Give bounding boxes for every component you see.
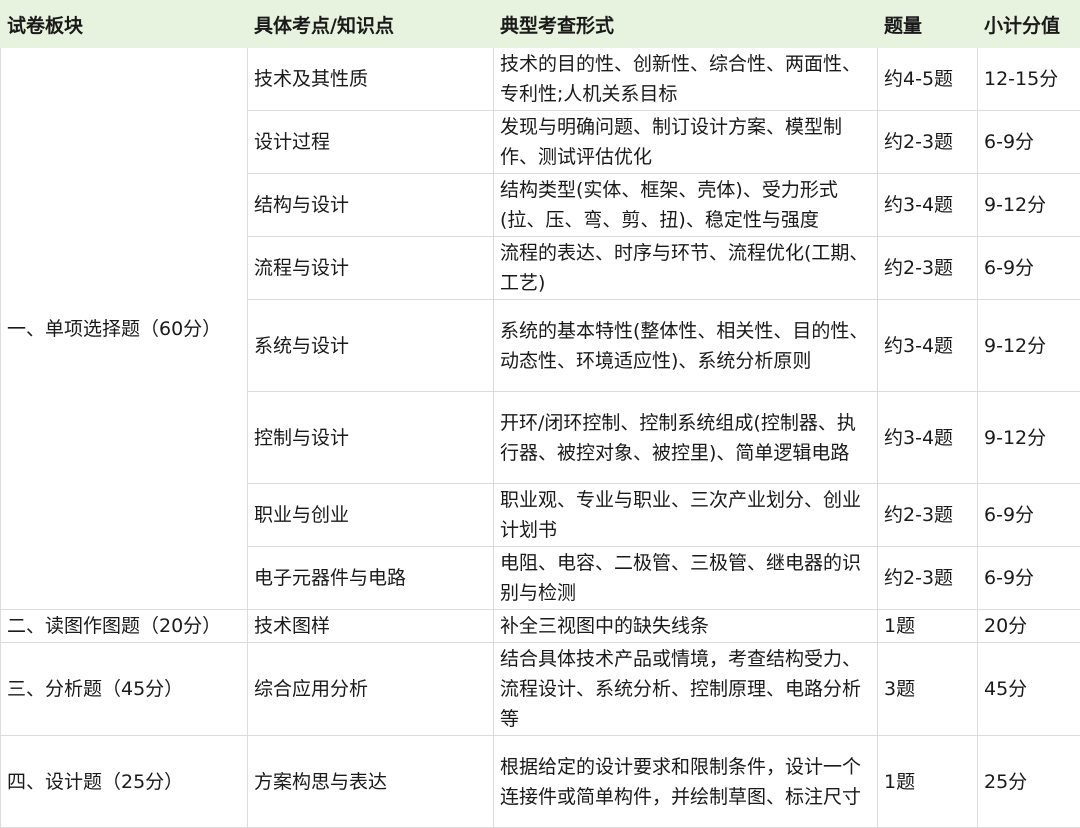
count-cell: 1题 [878, 736, 978, 828]
score-cell: 9-12分 [978, 392, 1080, 484]
score-cell: 9-12分 [978, 174, 1080, 237]
score-cell: 6-9分 [978, 484, 1080, 547]
form-cell: 电阻、电容、二极管、三极管、继电器的识别与检测 [494, 547, 878, 610]
count-cell: 约2-3题 [878, 547, 978, 610]
form-cell: 补全三视图中的缺失线条 [494, 610, 878, 643]
form-cell: 结构类型(实体、框架、壳体)、受力形式(拉、压、弯、剪、扭)、稳定性与强度 [494, 174, 878, 237]
topic-cell: 结构与设计 [248, 174, 494, 237]
form-cell: 开环/闭环控制、控制系统组成(控制器、执行器、被控对象、被控里)、简单逻辑电路 [494, 392, 878, 484]
score-cell: 6-9分 [978, 547, 1080, 610]
form-cell: 职业观、专业与职业、三次产业划分、创业计划书 [494, 484, 878, 547]
topic-cell: 流程与设计 [248, 237, 494, 300]
form-cell: 技术的目的性、创新性、综合性、两面性、专利性;人机关系目标 [494, 48, 878, 111]
topic-cell: 设计过程 [248, 111, 494, 174]
score-cell: 45分 [978, 643, 1080, 736]
topic-cell: 职业与创业 [248, 484, 494, 547]
topic-cell: 电子元器件与电路 [248, 547, 494, 610]
count-cell: 约2-3题 [878, 484, 978, 547]
count-cell: 约3-4题 [878, 392, 978, 484]
count-cell: 约2-3题 [878, 237, 978, 300]
section-cell: 三、分析题（45分） [1, 643, 248, 736]
table-row: 三、分析题（45分） 综合应用分析 结合具体技术产品或情境，考查结构受力、流程设… [1, 643, 1080, 736]
topic-cell: 系统与设计 [248, 300, 494, 392]
form-cell: 系统的基本特性(整体性、相关性、目的性、动态性、环境适应性)、系统分析原则 [494, 300, 878, 392]
header-section: 试卷板块 [1, 1, 248, 48]
table-row: 一、单项选择题（60分） 技术及其性质 技术的目的性、创新性、综合性、两面性、专… [1, 48, 1080, 111]
header-score: 小计分值 [978, 1, 1080, 48]
count-cell: 约2-3题 [878, 111, 978, 174]
section-cell: 一、单项选择题（60分） [1, 48, 248, 610]
section-cell: 二、读图作图题（20分） [1, 610, 248, 643]
header-topic: 具体考点/知识点 [248, 1, 494, 48]
topic-cell: 技术及其性质 [248, 48, 494, 111]
header-count: 题量 [878, 1, 978, 48]
score-cell: 6-9分 [978, 111, 1080, 174]
score-cell: 9-12分 [978, 300, 1080, 392]
topic-cell: 综合应用分析 [248, 643, 494, 736]
form-cell: 结合具体技术产品或情境，考查结构受力、流程设计、系统分析、控制原理、电路分析等 [494, 643, 878, 736]
form-cell: 发现与明确问题、制订设计方案、模型制作、测试评估优化 [494, 111, 878, 174]
topic-cell: 控制与设计 [248, 392, 494, 484]
exam-structure-table: 试卷板块 具体考点/知识点 典型考查形式 题量 小计分值 一、单项选择题（60分… [0, 0, 1080, 828]
count-cell: 1题 [878, 610, 978, 643]
table-row: 四、设计题（25分） 方案构思与表达 根据给定的设计要求和限制条件，设计一个连接… [1, 736, 1080, 828]
header-row: 试卷板块 具体考点/知识点 典型考查形式 题量 小计分值 [1, 1, 1080, 48]
header-form: 典型考查形式 [494, 1, 878, 48]
count-cell: 3题 [878, 643, 978, 736]
score-cell: 20分 [978, 610, 1080, 643]
score-cell: 12-15分 [978, 48, 1080, 111]
topic-cell: 技术图样 [248, 610, 494, 643]
count-cell: 约4-5题 [878, 48, 978, 111]
score-cell: 25分 [978, 736, 1080, 828]
form-cell: 流程的表达、时序与环节、流程优化(工期、工艺) [494, 237, 878, 300]
section-cell: 四、设计题（25分） [1, 736, 248, 828]
count-cell: 约3-4题 [878, 300, 978, 392]
count-cell: 约3-4题 [878, 174, 978, 237]
table-row: 二、读图作图题（20分） 技术图样 补全三视图中的缺失线条 1题 20分 [1, 610, 1080, 643]
score-cell: 6-9分 [978, 237, 1080, 300]
topic-cell: 方案构思与表达 [248, 736, 494, 828]
form-cell: 根据给定的设计要求和限制条件，设计一个连接件或简单构件，并绘制草图、标注尺寸 [494, 736, 878, 828]
